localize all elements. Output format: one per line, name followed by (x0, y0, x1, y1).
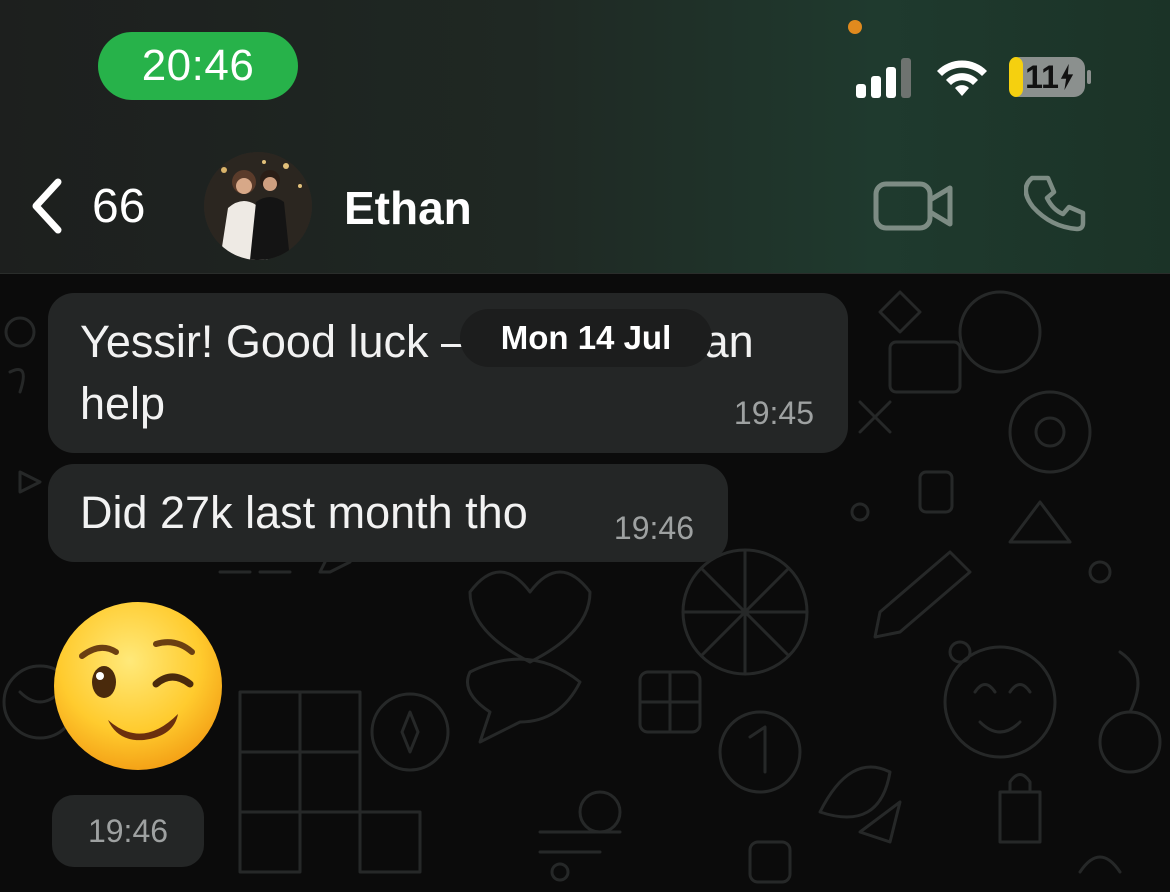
phone-icon[interactable] (1024, 172, 1088, 236)
message-timestamp: 19:46 (613, 510, 694, 546)
status-time-pill[interactable]: 20:46 (98, 32, 298, 100)
chat-header: 20:46 11 66 Ethan (0, 0, 1170, 274)
contact-name[interactable]: Ethan (344, 180, 472, 236)
winking-face-emoji-icon[interactable] (52, 598, 224, 774)
message-text: Did 27k last month tho (80, 487, 528, 538)
back-unread-count[interactable]: 66 (92, 178, 145, 236)
date-separator-chip: Mon 14 Jul (460, 309, 712, 367)
avatar[interactable] (204, 152, 312, 260)
wifi-icon (937, 60, 987, 96)
message-bubble[interactable]: Did 27k last month tho 19:46 (48, 464, 728, 562)
privacy-indicator-dot (848, 20, 862, 34)
message-bubble[interactable]: Yessir! Good luck – lmk how I can help 1… (48, 293, 848, 453)
message-bubble[interactable]: 19:46 (52, 795, 204, 867)
video-camera-icon[interactable] (872, 176, 954, 236)
chevron-left-icon[interactable] (26, 176, 66, 236)
message-timestamp: 19:46 (87, 813, 169, 849)
message-timestamp: 19:45 (733, 395, 814, 431)
cellular-signal-icon (856, 58, 911, 98)
charging-bolt-icon (1060, 63, 1074, 91)
chat-screen: 20:46 11 66 Ethan Yessir! Good luck – lm… (0, 0, 1170, 892)
